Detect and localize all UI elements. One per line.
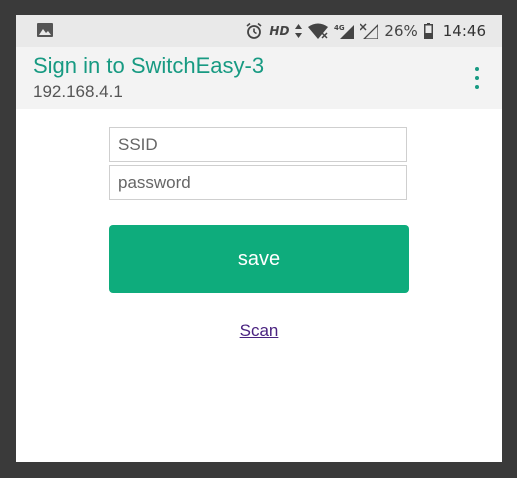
app-bar: Sign in to SwitchEasy-3 192.168.4.1: [16, 47, 502, 109]
no-signal-icon: [360, 23, 379, 39]
status-bar: HD 4G 26% 14:46: [16, 15, 502, 47]
alarm-icon: [245, 22, 263, 40]
image-icon: [36, 22, 54, 38]
menu-dot: [475, 85, 479, 89]
scan-link[interactable]: Scan: [240, 321, 279, 340]
hd-label: HD: [269, 24, 290, 38]
battery-percent: 26%: [384, 22, 418, 40]
scan-link-container: Scan: [16, 321, 502, 341]
page-title: Sign in to SwitchEasy-3: [33, 53, 265, 78]
save-button[interactable]: save: [109, 225, 409, 293]
menu-dot: [475, 76, 479, 80]
data-arrows-icon: [295, 24, 303, 38]
clock: 14:46: [442, 22, 486, 40]
signal-icon: 4G: [334, 23, 355, 39]
wifi-icon: [308, 23, 329, 39]
overflow-menu-icon[interactable]: [472, 67, 482, 89]
ssid-input[interactable]: [109, 127, 407, 162]
mobile-data-label: 4G: [334, 24, 345, 32]
menu-dot: [475, 67, 479, 71]
password-input[interactable]: [109, 165, 407, 200]
battery-icon: [423, 23, 433, 39]
status-icons: HD 4G 26% 14:46: [245, 15, 486, 47]
page-subtitle: 192.168.4.1: [33, 82, 123, 101]
phone-screen: HD 4G 26% 14:46 Sign in to SwitchEasy-3 …: [16, 15, 502, 462]
